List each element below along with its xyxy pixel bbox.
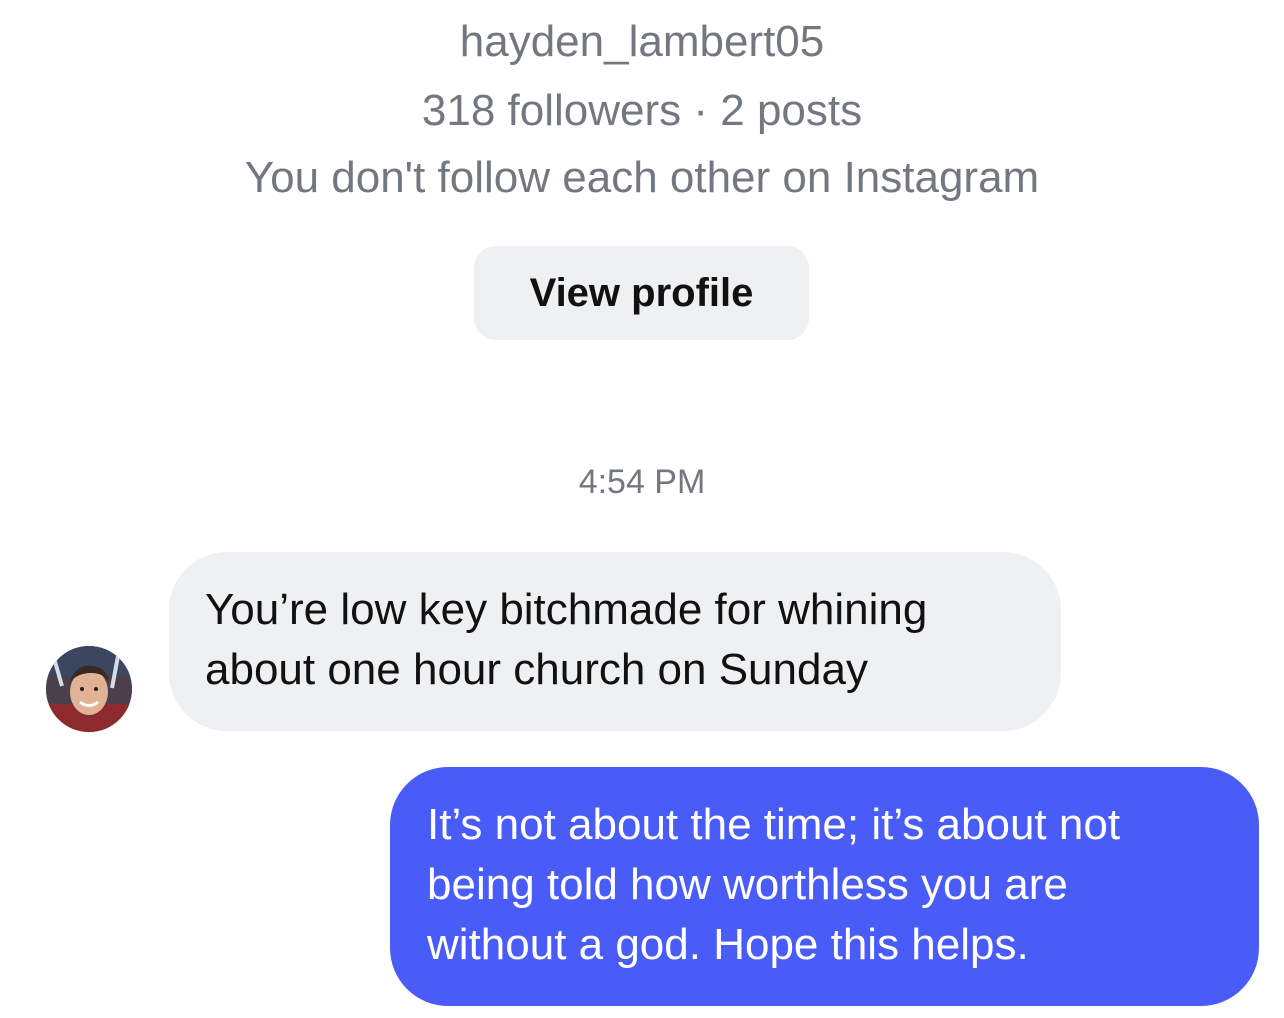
sender-avatar[interactable] xyxy=(46,646,132,732)
outgoing-message-bubble[interactable]: It’s not about the time; it’s about not … xyxy=(390,767,1259,1006)
message-text-line: about one hour church on Sunday xyxy=(205,645,868,694)
message-text-line: being told how worthless you are xyxy=(427,860,1068,909)
profile-username: hayden_lambert05 xyxy=(459,17,825,66)
profile-stats: 318 followers · 2 posts xyxy=(421,86,863,135)
message-timestamp: 4:54 PM xyxy=(578,463,706,501)
avatar-photo xyxy=(46,646,132,732)
view-profile-button[interactable]: View profile xyxy=(474,246,809,340)
incoming-message-bubble[interactable]: You’re low key bitchmade for whining abo… xyxy=(169,552,1061,731)
dm-thread: hayden_lambert05 318 followers · 2 posts… xyxy=(0,0,1284,1018)
message-text-line: It’s not about the time; it’s about not xyxy=(427,800,1121,849)
follow-relation: You don't follow each other on Instagram xyxy=(244,153,1040,202)
message-text-line: You’re low key bitchmade for whining xyxy=(205,585,928,634)
message-text-line: without a god. Hope this helps. xyxy=(427,920,1029,969)
